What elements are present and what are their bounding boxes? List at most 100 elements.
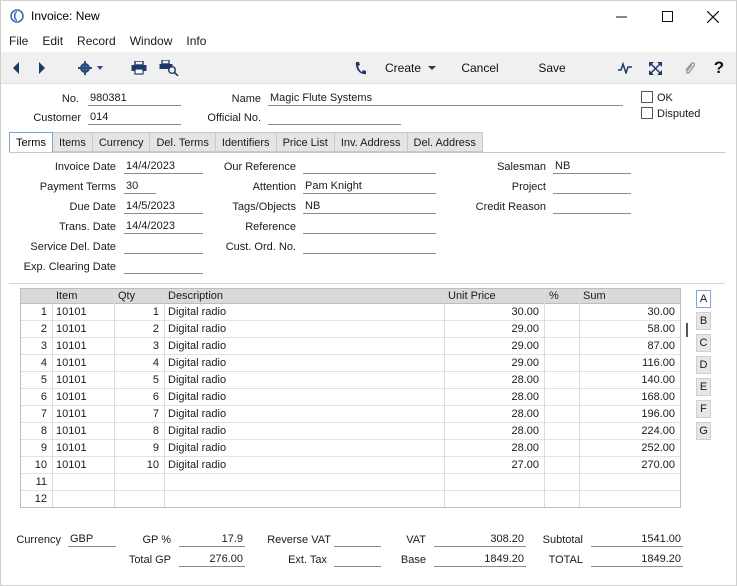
table-row[interactable]: 3 10101 3 Digital radio 29.00 87.00 bbox=[21, 338, 680, 355]
attachment-button[interactable] bbox=[679, 52, 699, 84]
item-cell[interactable]: 10101 bbox=[56, 425, 111, 437]
name-field[interactable]: Magic Flute Systems bbox=[268, 92, 623, 106]
unit-price-cell[interactable]: 29.00 bbox=[448, 323, 539, 335]
qty-cell[interactable]: 5 bbox=[117, 374, 159, 386]
tab-inv-address[interactable]: Inv. Address bbox=[334, 132, 408, 152]
tab-price-list[interactable]: Price List bbox=[276, 132, 335, 152]
disputed-checkbox[interactable] bbox=[641, 107, 653, 119]
cancel-button[interactable]: Cancel bbox=[456, 52, 504, 84]
project-field[interactable] bbox=[553, 180, 631, 194]
item-cell[interactable]: 10101 bbox=[56, 306, 111, 318]
menu-file[interactable]: File bbox=[1, 32, 34, 52]
tab-identifiers[interactable]: Identifiers bbox=[215, 132, 277, 152]
help-button[interactable]: ? bbox=[709, 52, 729, 84]
description-cell[interactable]: Digital radio bbox=[168, 374, 438, 386]
sum-cell[interactable]: 224.00 bbox=[583, 425, 675, 437]
previous-record-button[interactable] bbox=[7, 52, 25, 84]
tab-currency[interactable]: Currency bbox=[92, 132, 151, 152]
item-cell[interactable]: 10101 bbox=[56, 459, 111, 471]
menu-info[interactable]: Info bbox=[178, 32, 212, 52]
operations-menu-button[interactable] bbox=[73, 52, 107, 84]
unit-price-cell[interactable]: 28.00 bbox=[448, 442, 539, 454]
description-cell[interactable]: Digital radio bbox=[168, 425, 438, 437]
unit-price-cell[interactable]: 28.00 bbox=[448, 425, 539, 437]
reverse-vat-field[interactable] bbox=[334, 533, 381, 547]
description-cell[interactable]: Digital radio bbox=[168, 459, 438, 471]
qty-cell[interactable]: 7 bbox=[117, 408, 159, 420]
description-cell[interactable]: Digital radio bbox=[168, 442, 438, 454]
qty-cell[interactable]: 1 bbox=[117, 306, 159, 318]
unit-price-cell[interactable]: 28.00 bbox=[448, 391, 539, 403]
trans-date-field[interactable]: 14/4/2023 bbox=[124, 220, 203, 234]
description-cell[interactable]: Digital radio bbox=[168, 306, 438, 318]
customer-field[interactable]: 014 bbox=[88, 111, 181, 125]
qty-cell[interactable]: 10 bbox=[117, 459, 159, 471]
menu-record[interactable]: Record bbox=[69, 32, 122, 52]
side-tab-a[interactable]: A bbox=[696, 290, 711, 308]
tab-del-terms[interactable]: Del. Terms bbox=[150, 132, 216, 152]
table-row[interactable]: 7 10101 7 Digital radio 28.00 196.00 bbox=[21, 406, 680, 423]
expand-button[interactable] bbox=[645, 52, 665, 84]
table-row[interactable]: 11 bbox=[21, 474, 680, 491]
tab-terms[interactable]: Terms bbox=[9, 132, 53, 153]
table-row[interactable]: 1 10101 1 Digital radio 30.00 30.00 bbox=[21, 304, 680, 321]
sum-cell[interactable]: 116.00 bbox=[583, 357, 675, 369]
description-cell[interactable]: Digital radio bbox=[168, 391, 438, 403]
qty-cell[interactable]: 6 bbox=[117, 391, 159, 403]
unit-price-cell[interactable]: 30.00 bbox=[448, 306, 539, 318]
sum-cell[interactable]: 58.00 bbox=[583, 323, 675, 335]
table-row[interactable]: 12 bbox=[21, 491, 680, 507]
payment-terms-field[interactable]: 30 bbox=[124, 180, 156, 194]
side-tab-d[interactable]: D bbox=[696, 356, 711, 374]
service-del-date-field[interactable] bbox=[124, 240, 203, 254]
description-cell[interactable]: Digital radio bbox=[168, 323, 438, 335]
qty-cell[interactable]: 9 bbox=[117, 442, 159, 454]
menu-edit[interactable]: Edit bbox=[34, 32, 69, 52]
side-tab-b[interactable]: B bbox=[696, 312, 711, 330]
reference-field[interactable] bbox=[303, 220, 436, 234]
create-menu-button[interactable]: Create bbox=[381, 52, 441, 84]
unit-price-cell[interactable]: 29.00 bbox=[448, 357, 539, 369]
no-field[interactable]: 980381 bbox=[88, 92, 181, 106]
item-cell[interactable]: 10101 bbox=[56, 374, 111, 386]
attention-field[interactable]: Pam Knight bbox=[303, 180, 436, 194]
side-tab-c[interactable]: C bbox=[696, 334, 711, 352]
official-no-field[interactable] bbox=[268, 111, 401, 125]
item-cell[interactable]: 10101 bbox=[56, 323, 111, 335]
exp-clearing-date-field[interactable] bbox=[124, 260, 203, 274]
sum-cell[interactable]: 30.00 bbox=[583, 306, 675, 318]
item-cell[interactable]: 10101 bbox=[56, 442, 111, 454]
item-cell[interactable]: 10101 bbox=[56, 357, 111, 369]
salesman-field[interactable]: NB bbox=[553, 160, 631, 174]
table-row[interactable]: 4 10101 4 Digital radio 29.00 116.00 bbox=[21, 355, 680, 372]
sum-cell[interactable]: 270.00 bbox=[583, 459, 675, 471]
unit-price-cell[interactable]: 29.00 bbox=[448, 340, 539, 352]
sum-cell[interactable]: 140.00 bbox=[583, 374, 675, 386]
cust-ord-no-field[interactable] bbox=[303, 240, 436, 254]
maximize-button[interactable] bbox=[644, 1, 690, 32]
table-row[interactable]: 8 10101 8 Digital radio 28.00 224.00 bbox=[21, 423, 680, 440]
side-tab-f[interactable]: F bbox=[696, 400, 711, 418]
item-cell[interactable]: 10101 bbox=[56, 391, 111, 403]
grid-scroll-indicator[interactable] bbox=[686, 323, 688, 337]
currency-field[interactable]: GBP bbox=[68, 533, 116, 547]
item-cell[interactable]: 10101 bbox=[56, 340, 111, 352]
invoice-date-field[interactable]: 14/4/2023 bbox=[124, 160, 203, 174]
qty-cell[interactable]: 4 bbox=[117, 357, 159, 369]
credit-reason-field[interactable] bbox=[553, 200, 631, 214]
description-cell[interactable]: Digital radio bbox=[168, 340, 438, 352]
table-row[interactable]: 9 10101 9 Digital radio 28.00 252.00 bbox=[21, 440, 680, 457]
table-row[interactable]: 10 10101 10 Digital radio 27.00 270.00 bbox=[21, 457, 680, 474]
qty-cell[interactable]: 3 bbox=[117, 340, 159, 352]
sum-cell[interactable]: 252.00 bbox=[583, 442, 675, 454]
table-row[interactable]: 5 10101 5 Digital radio 28.00 140.00 bbox=[21, 372, 680, 389]
tags-objects-field[interactable]: NB bbox=[303, 200, 436, 214]
table-row[interactable]: 6 10101 6 Digital radio 28.00 168.00 bbox=[21, 389, 680, 406]
description-cell[interactable]: Digital radio bbox=[168, 408, 438, 420]
qty-cell[interactable]: 8 bbox=[117, 425, 159, 437]
minimize-button[interactable] bbox=[598, 1, 644, 32]
table-row[interactable]: 2 10101 2 Digital radio 29.00 58.00 bbox=[21, 321, 680, 338]
tab-items[interactable]: Items bbox=[52, 132, 93, 152]
menu-window[interactable]: Window bbox=[122, 32, 179, 52]
ext-tax-field[interactable] bbox=[334, 553, 381, 567]
